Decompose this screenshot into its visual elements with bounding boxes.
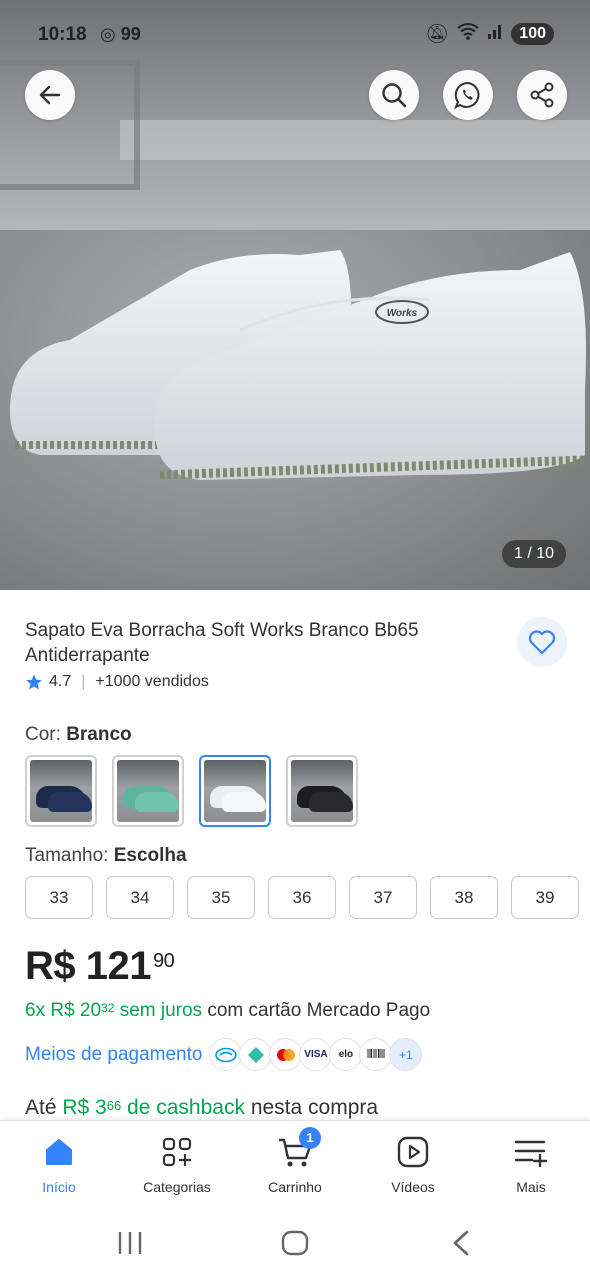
elo-icon: elo [329, 1038, 363, 1071]
swatch-green[interactable] [112, 755, 184, 827]
size-option[interactable]: 35 [187, 876, 255, 919]
nav-cart-label: Carrinho [268, 1179, 322, 1195]
mastercard-icon [269, 1038, 303, 1071]
sold-count: +1000 vendidos [95, 673, 209, 690]
back-button[interactable] [25, 70, 75, 120]
notification-count: ◎ 99 [100, 24, 141, 44]
swatch-white[interactable] [199, 755, 271, 827]
nav-more[interactable]: Mais [481, 1135, 581, 1195]
nav-cart[interactable]: 1 Carrinho [245, 1127, 345, 1195]
size-option[interactable]: 33 [25, 876, 93, 919]
nav-videos[interactable]: Vídeos [363, 1135, 463, 1195]
menu-more-icon [514, 1140, 548, 1167]
size-label: Tamanho: [25, 845, 109, 866]
heart-icon [528, 630, 556, 655]
color-value: Branco [66, 724, 132, 745]
swatch-navy[interactable] [25, 755, 97, 827]
cashback-info: Até R$ 366 de cashback nesta compra [25, 1096, 379, 1119]
visa-icon: VISA [299, 1038, 333, 1071]
rating-value: 4.7 [49, 673, 72, 690]
video-play-icon [397, 1136, 429, 1168]
wifi-icon [457, 22, 479, 46]
favorite-button[interactable] [517, 617, 567, 667]
search-icon [382, 83, 407, 108]
kitchen-counter [120, 120, 590, 160]
size-option[interactable]: 34 [106, 876, 174, 919]
size-options: 33 34 35 36 37 38 39 [25, 876, 579, 919]
share-icon [530, 82, 554, 108]
whatsapp-status-icon: ◎ [100, 24, 116, 44]
nav-home-label: Início [42, 1179, 76, 1195]
back-nav-button[interactable] [453, 1230, 469, 1256]
price-cents: 90 [153, 950, 175, 972]
share-button[interactable] [517, 70, 567, 120]
payment-methods-link[interactable]: Meios de pagamento [25, 1044, 202, 1066]
star-icon [26, 674, 42, 690]
installments-amount: 6x R$ 2032 sem juros [25, 1000, 203, 1021]
size-option[interactable]: 37 [349, 876, 417, 919]
nav-home[interactable]: Início [9, 1135, 109, 1195]
product-image[interactable]: Works 10:18 ◎ 99 🔕︎ 100 1 / 10 [0, 0, 590, 590]
whatsapp-share-button[interactable] [443, 70, 493, 120]
home-button[interactable] [281, 1230, 309, 1256]
whatsapp-icon [454, 81, 480, 110]
product-title: Sapato Eva Borracha Soft Works Branco Bb… [25, 620, 419, 666]
status-time: 10:18 [38, 24, 87, 45]
bottom-navigation: Início Categorias 1 Carrinho Vídeos Mais [0, 1120, 590, 1206]
size-option[interactable]: 36 [268, 876, 336, 919]
payment-methods-row: Meios de pagamento VISA elo +1 [25, 1038, 423, 1071]
more-payment-methods: +1 [389, 1038, 423, 1071]
image-counter: 1 / 10 [502, 540, 566, 568]
price-integer: 121 [85, 944, 152, 988]
mercado-pago-icon [209, 1038, 243, 1071]
rating-row[interactable]: 4.7 | +1000 vendidos [25, 673, 209, 691]
categories-icon [162, 1137, 192, 1167]
nav-more-label: Mais [516, 1179, 546, 1195]
pix-icon [239, 1038, 273, 1071]
system-navigation-bar [0, 1206, 590, 1280]
size-value: Escolha [113, 845, 187, 866]
size-option[interactable]: 38 [430, 876, 498, 919]
price-currency: R$ [25, 944, 76, 988]
size-option[interactable]: 39 [511, 876, 579, 919]
recent-apps-button[interactable] [118, 1232, 142, 1254]
installments-suffix: com cartão Mercado Pago [207, 1000, 431, 1021]
installments: 6x R$ 2032 sem juros com cartão Mercado … [25, 1000, 430, 1022]
status-bar: 10:18 ◎ 99 🔕︎ 100 [0, 14, 590, 58]
price: R$ 121 90 [25, 944, 175, 989]
mute-icon: 🔕︎ [425, 24, 450, 45]
color-label-row: Cor: Branco [25, 724, 132, 746]
arrow-left-icon [39, 85, 61, 105]
home-icon [46, 1139, 72, 1165]
color-swatches [25, 755, 358, 827]
works-logo: Works [387, 308, 418, 319]
signal-icon [487, 23, 503, 45]
rating-divider: | [81, 673, 86, 690]
battery-level: 100 [511, 23, 554, 45]
nav-videos-label: Vídeos [391, 1179, 435, 1195]
size-label-row: Tamanho: Escolha [25, 845, 187, 867]
search-button[interactable] [369, 70, 419, 120]
boleto-icon [359, 1038, 393, 1071]
payment-icons[interactable]: VISA elo +1 [209, 1038, 423, 1071]
nav-categories[interactable]: Categorias [127, 1135, 227, 1195]
color-label: Cor: [25, 724, 61, 745]
swatch-black[interactable] [286, 755, 358, 827]
white-shoes-illustration: Works [10, 250, 587, 480]
nav-categories-label: Categorias [143, 1179, 211, 1195]
cart-badge: 1 [299, 1127, 321, 1149]
